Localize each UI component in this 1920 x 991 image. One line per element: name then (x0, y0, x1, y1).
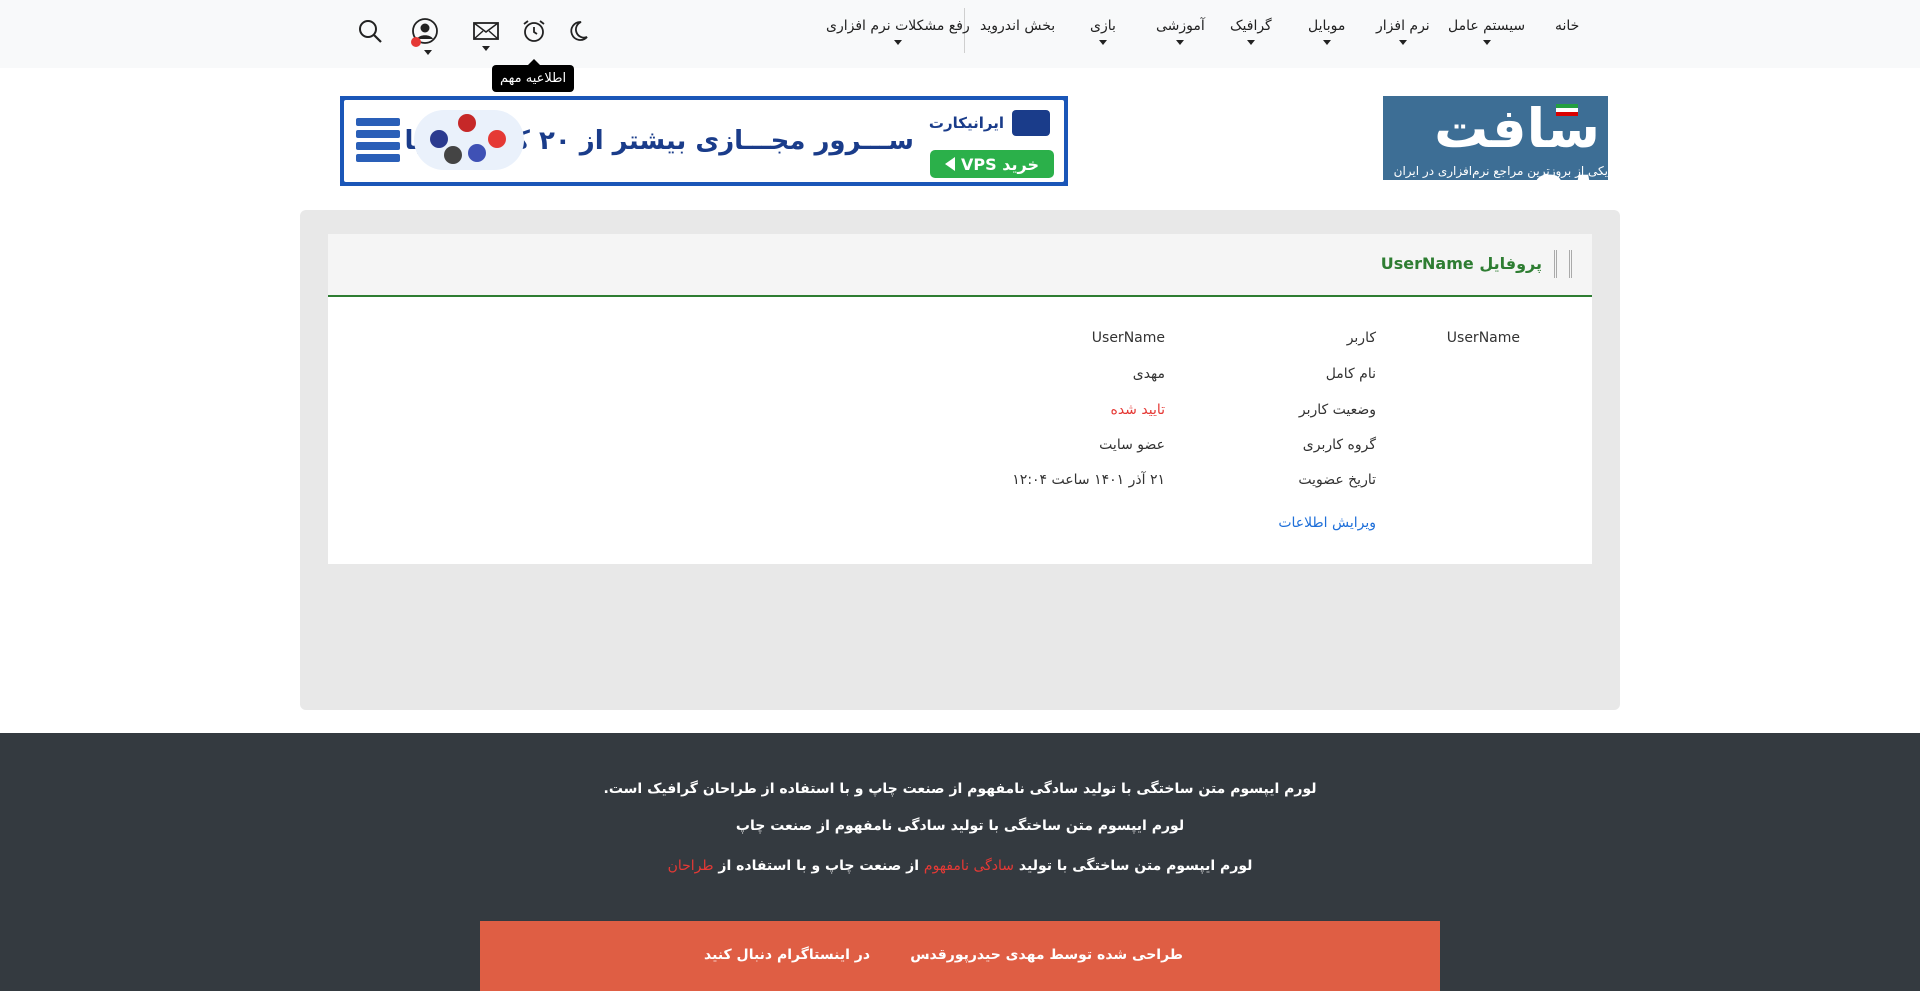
brand-mark-icon (1012, 110, 1050, 136)
search-icon[interactable] (355, 16, 385, 46)
nav-item-troubleshoot[interactable]: رفع مشکلات نرم افزاری (826, 18, 970, 45)
alarm-tooltip: اطلاعیه مهم (492, 59, 575, 92)
moon-icon[interactable] (563, 16, 593, 46)
value-group: عضو سایت (1099, 437, 1165, 453)
footer: لورم ایپسوم متن ساختگی با تولید سادگی نا… (0, 733, 1920, 991)
nav-item-graphic[interactable]: گرافیک (1230, 18, 1272, 45)
value-status: تایید شده (1110, 402, 1166, 418)
nav-item-software[interactable]: نرم افزار (1376, 18, 1430, 45)
nav-item-os[interactable]: سیستم عامل (1448, 18, 1525, 45)
top-navbar: خانه سیستم عامل نرم افزار موبایل گرافیک … (0, 0, 1920, 68)
label-group: گروه کاربری (1302, 437, 1376, 453)
nav-item-home[interactable]: خانه (1555, 18, 1579, 34)
nav-item-games[interactable]: بازی (1090, 18, 1116, 45)
server-icon (356, 118, 400, 170)
profile-title: پروفایل UserName (1380, 254, 1542, 273)
user-icon[interactable] (410, 16, 440, 55)
value-joined: ۲۱ آذر ۱۴۰۱ ساعت ۱۲:۰۴ (1012, 472, 1165, 488)
footer-link-1[interactable]: سادگی نامفهوم (924, 858, 1014, 874)
title-bar-icon (1554, 250, 1572, 278)
credit-bar: طراحی شده توسط مهدی حیدرپورقدس . در اینس… (480, 921, 1440, 991)
footer-line-3-a: لورم ایپسوم متن ساختگی با تولید (1018, 858, 1253, 874)
label-joined: تاریخ عضویت (1298, 472, 1376, 488)
main-panel: پروفایل UserName UserName کاربر UserName… (300, 210, 1620, 710)
nav-item-android[interactable]: بخش اندروید (980, 18, 1055, 34)
germany-flag-icon (444, 146, 462, 164)
user-caret-icon (424, 50, 432, 55)
uk-flag-icon (458, 114, 476, 132)
footer-line-3: لورم ایپسوم متن ساختگی با تولید سادگی نا… (0, 858, 1920, 874)
notification-badge (411, 37, 421, 47)
ad-brand: ایرانیکارت (928, 114, 1004, 132)
footer-line-1: لورم ایپسوم متن ساختگی با تولید سادگی نا… (603, 781, 1317, 797)
label-user: کاربر (1346, 330, 1376, 346)
logo-subtitle: یکی از بروزترین مراجع نرم‌افزاری در ایرا… (1393, 164, 1608, 178)
play-icon (945, 157, 956, 171)
footer-line-3-b: از صنعت چاپ و با استفاده از (718, 858, 920, 874)
value-user: UserName (1091, 330, 1165, 346)
turkey-flag-icon (488, 130, 506, 148)
label-fullname: نام کامل (1325, 366, 1376, 382)
credit-separator: . (924, 947, 930, 963)
nav-item-education[interactable]: آموزشی (1156, 18, 1205, 45)
australia-flag-icon (430, 130, 448, 148)
label-status: وضعیت کاربر (1298, 402, 1376, 418)
usa-flag-icon (468, 144, 486, 162)
mail-caret-icon (482, 46, 490, 51)
footer-line-2: لورم ایپسوم متن ساختگی با تولید سادگی نا… (735, 818, 1185, 834)
footer-link-2[interactable]: طراحان (668, 858, 714, 874)
profile-card: پروفایل UserName UserName کاربر UserName… (328, 234, 1592, 564)
credit-designer: طراحی شده توسط مهدی حیدرپورقدس (910, 947, 1183, 963)
buy-vps-button[interactable]: خرید VPS (930, 150, 1054, 178)
profile-card-header: پروفایل UserName (328, 234, 1592, 297)
mail-icon[interactable] (471, 16, 501, 51)
nav-item-mobile[interactable]: موبایل (1308, 18, 1345, 45)
edit-profile-link[interactable]: ویرایش اطلاعات (1278, 515, 1376, 531)
side-username: UserName (1446, 330, 1520, 346)
ad-banner[interactable]: ایرانیکارت خرید VPS ســـرور مجـــازی بیش… (340, 96, 1068, 186)
alarm-clock-icon[interactable] (519, 16, 549, 46)
site-logo[interactable]: سافت ۹۸ یکی از بروزترین مراجع نرم‌افزاری… (1383, 96, 1608, 180)
credit-instagram[interactable]: در اینستاگرام دنبال کنید (704, 947, 870, 963)
value-fullname: مهدی (1132, 366, 1165, 382)
buy-vps-label: خرید VPS (961, 154, 1039, 174)
